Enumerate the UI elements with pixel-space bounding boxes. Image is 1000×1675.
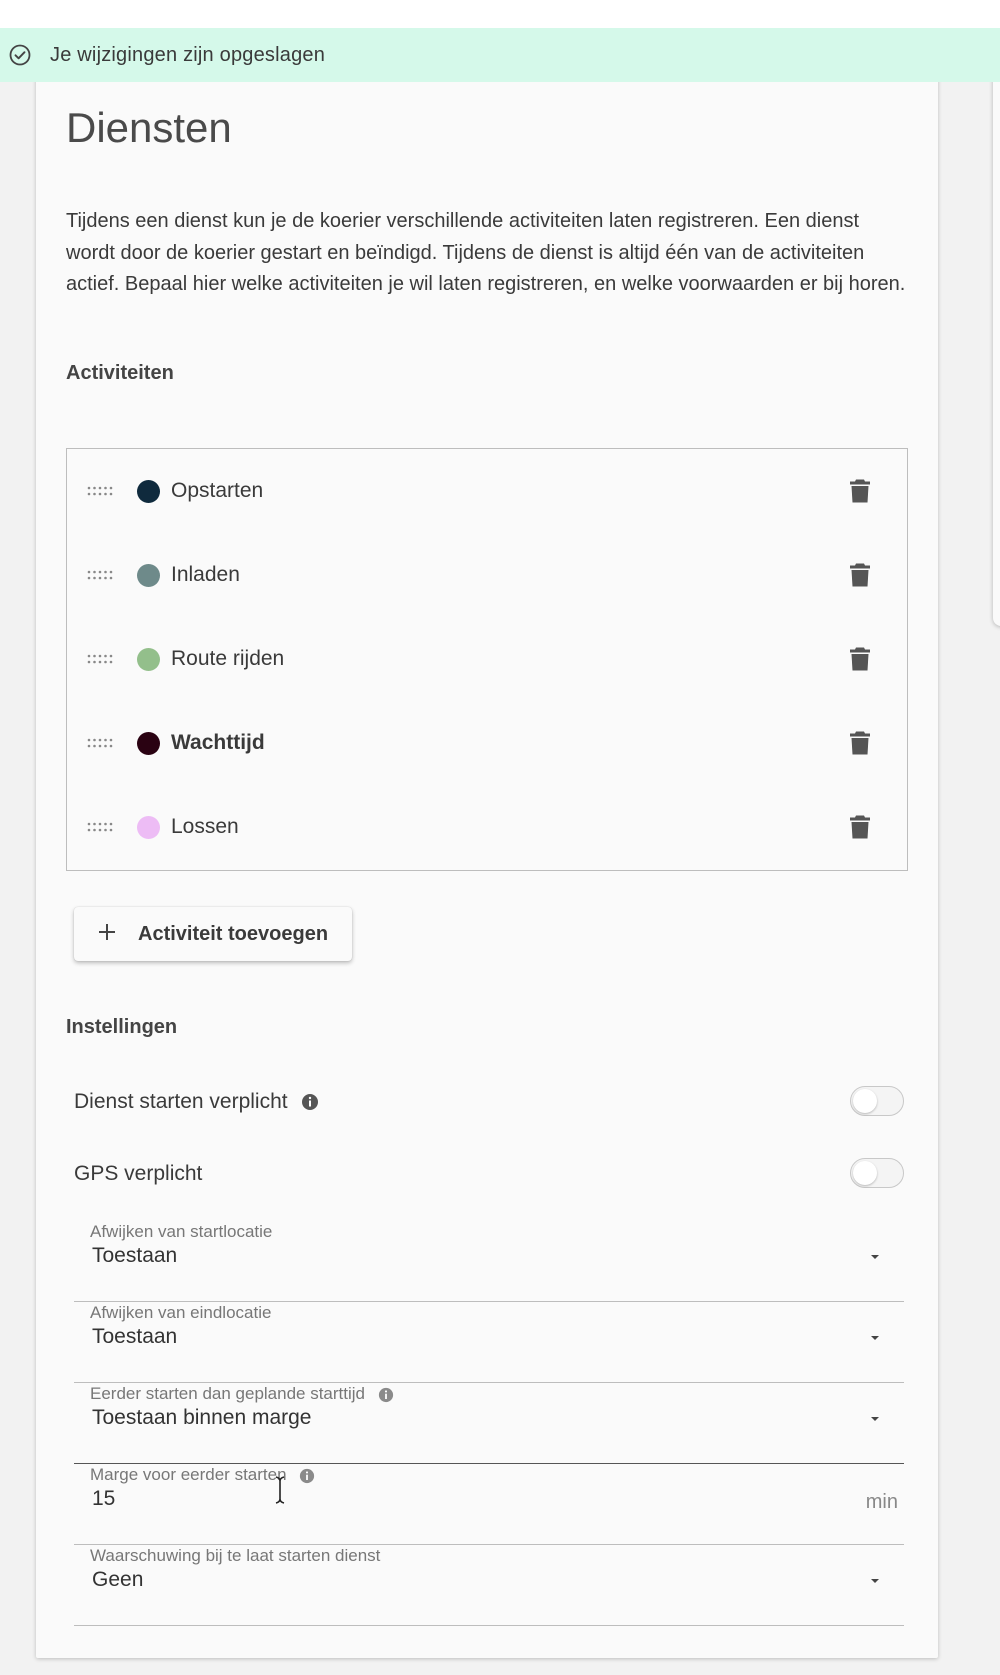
caret-down-icon	[871, 1336, 879, 1340]
info-icon[interactable]	[301, 1093, 319, 1111]
setting-gps: GPS verplicht	[74, 1154, 904, 1194]
activity-label[interactable]: Wachttijd	[171, 731, 265, 755]
toggle-knob	[853, 1161, 877, 1185]
drag-handle-icon[interactable]	[87, 653, 113, 665]
trash-icon[interactable]	[849, 562, 871, 588]
eerder-starten-label: Eerder starten dan geplande starttijd	[90, 1384, 366, 1403]
field-label: Waarschuwing bij te laat starten dienst	[90, 1546, 381, 1565]
gps-label: GPS verplicht	[74, 1162, 203, 1185]
waarschuwing-select[interactable]: Waarschuwing bij te laat starten dienst …	[74, 1546, 904, 1626]
caret-down-icon	[871, 1579, 879, 1583]
activity-label[interactable]: Opstarten	[171, 479, 263, 503]
field-value: Geen	[92, 1568, 144, 1591]
activity-color-dot[interactable]	[137, 815, 160, 839]
add-activity-label: Activiteit toevoegen	[138, 923, 329, 945]
marge-input[interactable]: Marge voor eerder starten 15 min	[74, 1465, 904, 1545]
trash-icon[interactable]	[849, 646, 871, 672]
side-panel-edge	[993, 60, 1000, 626]
activity-label[interactable]: Inladen	[171, 563, 240, 587]
marge-unit: min	[865, 1491, 898, 1513]
info-icon[interactable]	[378, 1387, 394, 1403]
activity-row: Route rijden	[67, 617, 907, 701]
save-notification: Je wijzigingen zijn opgeslagen	[0, 28, 1000, 82]
activity-row: Inladen	[67, 533, 907, 617]
window-top-strip	[0, 0, 1000, 28]
drag-handle-icon[interactable]	[87, 737, 113, 749]
activities-heading: Activiteiten	[66, 362, 174, 384]
caret-down-icon	[871, 1417, 879, 1421]
field-label: Afwijken van startlocatie	[90, 1222, 273, 1241]
drag-handle-icon[interactable]	[87, 821, 113, 833]
trash-icon[interactable]	[849, 730, 871, 756]
field-value: Toestaan	[92, 1325, 178, 1348]
activity-row: Opstarten	[67, 449, 907, 533]
drag-handle-icon[interactable]	[87, 485, 113, 497]
activity-color-dot[interactable]	[137, 647, 160, 671]
toggle-knob	[853, 1089, 877, 1113]
activity-row: Wachttijd	[67, 701, 907, 785]
startlocatie-select[interactable]: Afwijken van startlocatie Toestaan	[74, 1222, 904, 1302]
marge-label: Marge voor eerder starten	[90, 1465, 287, 1484]
eindlocatie-select[interactable]: Afwijken van eindlocatie Toestaan	[74, 1303, 904, 1383]
activity-color-dot[interactable]	[137, 731, 160, 755]
activity-label[interactable]: Route rijden	[171, 647, 284, 671]
settings-heading: Instellingen	[66, 1016, 178, 1038]
field-value: Toestaan	[92, 1244, 178, 1267]
activity-color-dot[interactable]	[137, 479, 160, 503]
activities-list: Opstarten Inladen Route rijden Wachttijd…	[66, 448, 908, 871]
activity-color-dot[interactable]	[137, 563, 160, 587]
field-label: Eerder starten dan geplande starttijd	[90, 1384, 394, 1404]
setting-label: Dienst starten verplicht	[74, 1090, 319, 1114]
check-circle-icon	[9, 44, 31, 66]
drag-handle-icon[interactable]	[87, 569, 113, 581]
page-intro: Tijdens een dienst kun je de koerier ver…	[66, 210, 906, 295]
field-label: Afwijken van eindlocatie	[90, 1303, 272, 1322]
page-title: Diensten	[66, 104, 232, 151]
caret-down-icon	[871, 1255, 879, 1259]
trash-icon[interactable]	[849, 814, 871, 840]
plus-icon	[99, 924, 115, 940]
activity-label[interactable]: Lossen	[171, 815, 239, 839]
gps-toggle[interactable]	[850, 1158, 904, 1188]
dienst-starten-label: Dienst starten verplicht	[74, 1090, 288, 1113]
info-icon[interactable]	[299, 1468, 315, 1484]
add-activity-button[interactable]: Activiteit toevoegen	[74, 907, 352, 961]
text-cursor-icon	[275, 1476, 285, 1504]
marge-value[interactable]: 15	[92, 1487, 115, 1511]
setting-dienst-starten: Dienst starten verplicht	[74, 1082, 904, 1122]
diensten-card: Diensten Tijdens een dienst kun je de ko…	[36, 60, 938, 1658]
trash-icon[interactable]	[849, 478, 871, 504]
notification-message: Je wijzigingen zijn opgeslagen	[50, 43, 326, 66]
field-value: Toestaan binnen marge	[92, 1406, 312, 1429]
dienst-starten-toggle[interactable]	[850, 1086, 904, 1116]
eerder-starten-select[interactable]: Eerder starten dan geplande starttijd To…	[74, 1384, 904, 1464]
activity-row: Lossen	[67, 785, 907, 869]
